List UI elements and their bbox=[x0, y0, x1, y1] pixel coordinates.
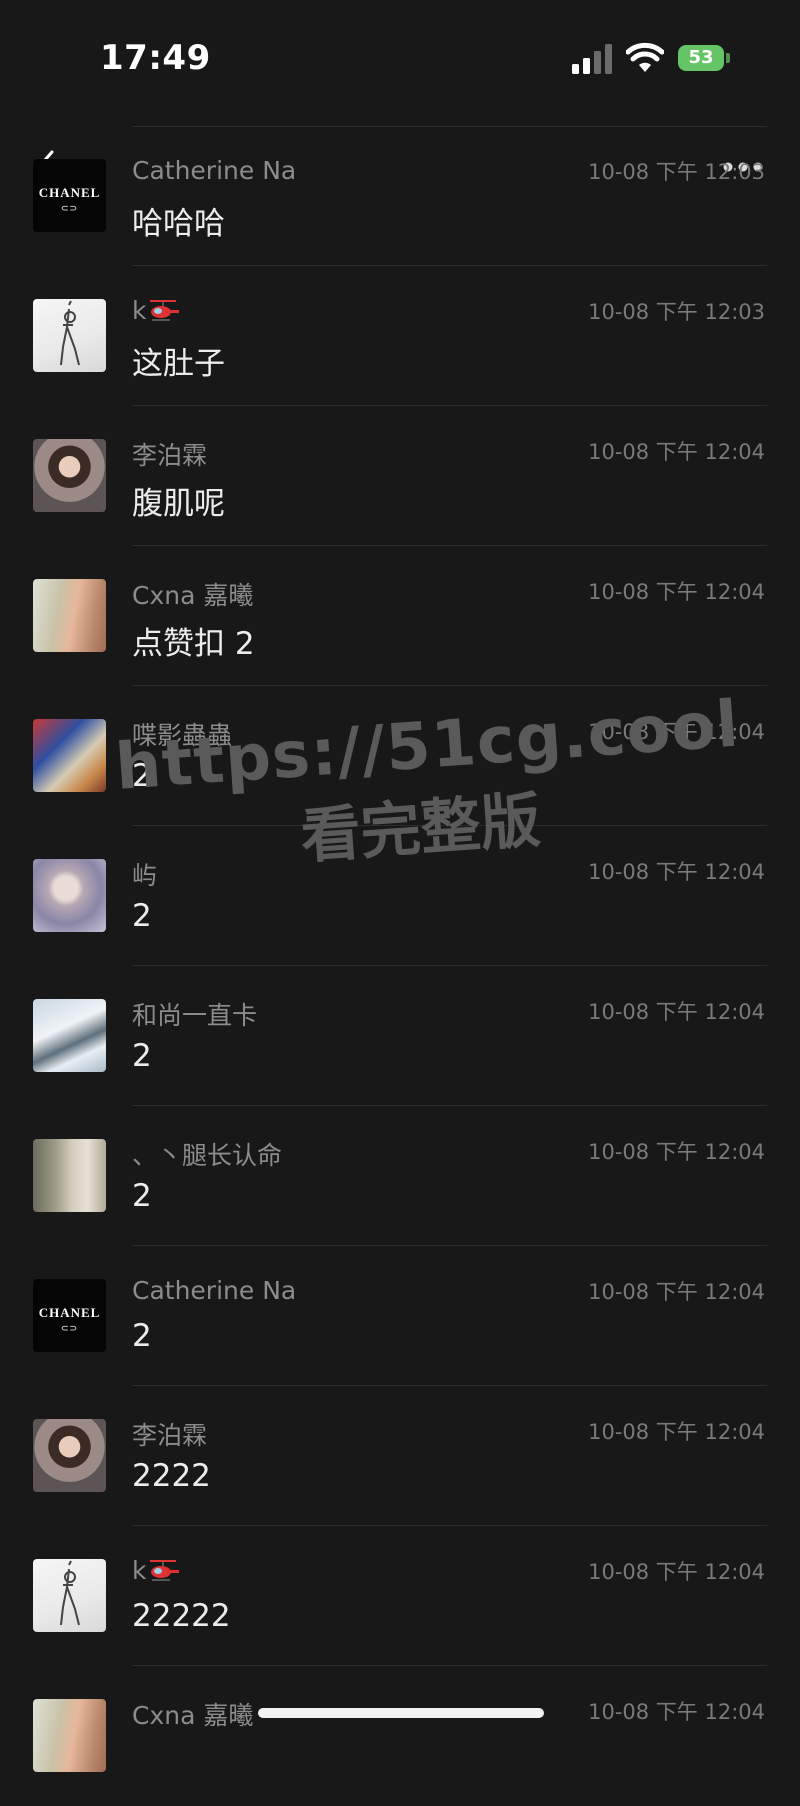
battery-indicator: 53 bbox=[678, 45, 730, 71]
commenter-name-text: k bbox=[132, 1556, 147, 1585]
chanel-logo-text: CHANEL bbox=[38, 185, 101, 200]
avatar[interactable] bbox=[33, 719, 106, 792]
comment-row[interactable]: 屿 10-08 下午 12:04 2 bbox=[0, 826, 800, 966]
helicopter-icon bbox=[150, 1560, 180, 1581]
commenter-name[interactable]: 李泊霖 bbox=[132, 1416, 207, 1452]
comment-row[interactable]: Cxna 嘉曦 10-08 下午 12:04 点赞扣 2 bbox=[0, 546, 800, 686]
comment-timestamp: 10-08 下午 12:04 bbox=[588, 1560, 765, 1584]
comment-text: 这肚子 bbox=[132, 346, 225, 382]
comment-text: 2 bbox=[132, 758, 152, 794]
comment-text: 2 bbox=[132, 1038, 152, 1074]
commenter-name[interactable]: Cxna 嘉曦 bbox=[132, 1696, 253, 1732]
commenter-name[interactable]: Cxna 嘉曦 bbox=[132, 576, 253, 612]
wifi-icon bbox=[626, 42, 664, 72]
comment-text: 2 bbox=[132, 1178, 152, 1214]
comment-row[interactable]: Cxna 嘉曦 10-08 下午 12:04 bbox=[0, 1666, 800, 1806]
comment-text: 腹肌呢 bbox=[132, 486, 225, 522]
avatar[interactable]: CHANEL ⊂⊃ bbox=[33, 159, 106, 232]
commenter-name[interactable]: 和尚一直卡 bbox=[132, 996, 257, 1032]
comment-timestamp: 10-08 下午 12:03 bbox=[588, 160, 765, 184]
avatar[interactable] bbox=[33, 579, 106, 652]
avatar[interactable]: CHANEL ⊂⊃ bbox=[33, 1279, 106, 1352]
comment-timestamp: 10-08 下午 12:04 bbox=[588, 1700, 765, 1724]
commenter-name[interactable]: 屿 bbox=[132, 856, 157, 892]
comment-text: 2 bbox=[132, 898, 152, 934]
comment-timestamp: 10-08 下午 12:04 bbox=[588, 440, 765, 464]
commenter-name-text: k bbox=[132, 296, 147, 325]
comment-timestamp: 10-08 下午 12:04 bbox=[588, 580, 765, 604]
avatar[interactable] bbox=[33, 1419, 106, 1492]
home-indicator[interactable] bbox=[258, 1708, 544, 1718]
commenter-name[interactable]: 、丶腿长认命 bbox=[132, 1136, 282, 1172]
comment-timestamp: 10-08 下午 12:04 bbox=[588, 1280, 765, 1304]
comment-text: 哈哈哈 bbox=[132, 206, 225, 242]
commenter-name[interactable]: Catherine Na bbox=[132, 1276, 296, 1305]
avatar[interactable] bbox=[33, 439, 106, 512]
commenter-name[interactable]: 李泊霖 bbox=[132, 436, 207, 472]
cellular-signal-icon bbox=[572, 44, 612, 74]
comment-timestamp: 10-08 下午 12:03 bbox=[588, 300, 765, 324]
comment-row[interactable]: 、丶腿长认命 10-08 下午 12:04 2 bbox=[0, 1106, 800, 1246]
comment-timestamp: 10-08 下午 12:04 bbox=[588, 860, 765, 884]
comment-row[interactable]: 李泊霖 10-08 下午 12:04 2222 bbox=[0, 1386, 800, 1526]
comment-row[interactable]: k 10-08 下午 12:04 22222 bbox=[0, 1526, 800, 1666]
avatar[interactable] bbox=[33, 859, 106, 932]
helicopter-icon bbox=[150, 300, 180, 321]
avatar[interactable] bbox=[33, 999, 106, 1072]
chanel-logo-text: CHANEL bbox=[38, 1305, 101, 1320]
sketch-figure-icon bbox=[60, 300, 80, 366]
battery-level: 53 bbox=[678, 45, 724, 71]
chanel-mark-icon: ⊂⊃ bbox=[60, 1323, 79, 1333]
commenter-name[interactable]: Catherine Na bbox=[132, 156, 296, 185]
comment-timestamp: 10-08 下午 12:04 bbox=[588, 720, 765, 744]
comment-row[interactable]: 喋影蟲蟲 10-08 下午 12:04 2 bbox=[0, 686, 800, 826]
commenter-name[interactable]: 喋影蟲蟲 bbox=[132, 716, 232, 752]
status-bar: 17:49 53 bbox=[0, 0, 800, 110]
comment-row[interactable]: CHANEL ⊂⊃ Catherine Na 10-08 下午 12:04 2 bbox=[0, 1246, 800, 1386]
battery-cap bbox=[726, 53, 730, 63]
status-time: 17:49 bbox=[100, 38, 211, 78]
comment-text: 2 bbox=[132, 1318, 152, 1354]
comment-row[interactable]: CHANEL ⊂⊃ Catherine Na 10-08 下午 12:03 哈哈… bbox=[0, 126, 800, 266]
comment-timestamp: 10-08 下午 12:04 bbox=[588, 1140, 765, 1164]
comment-row[interactable]: k 10-08 下午 12:03 这肚子 bbox=[0, 266, 800, 406]
comment-text: 点赞扣 2 bbox=[132, 626, 255, 662]
comment-row[interactable]: 李泊霖 10-08 下午 12:04 腹肌呢 bbox=[0, 406, 800, 546]
avatar[interactable] bbox=[33, 1139, 106, 1212]
comment-list[interactable]: CHANEL ⊂⊃ Catherine Na 10-08 下午 12:03 哈哈… bbox=[0, 126, 800, 1806]
comment-text: 22222 bbox=[132, 1598, 231, 1634]
commenter-name[interactable]: k bbox=[132, 1556, 180, 1585]
avatar[interactable] bbox=[33, 299, 106, 372]
chanel-mark-icon: ⊂⊃ bbox=[60, 203, 79, 213]
comment-timestamp: 10-08 下午 12:04 bbox=[588, 1000, 765, 1024]
comment-text: 2222 bbox=[132, 1458, 211, 1494]
comment-row[interactable]: 和尚一直卡 10-08 下午 12:04 2 bbox=[0, 966, 800, 1106]
comment-timestamp: 10-08 下午 12:04 bbox=[588, 1420, 765, 1444]
commenter-name[interactable]: k bbox=[132, 296, 180, 325]
sketch-figure-icon bbox=[60, 1560, 80, 1626]
avatar[interactable] bbox=[33, 1559, 106, 1632]
